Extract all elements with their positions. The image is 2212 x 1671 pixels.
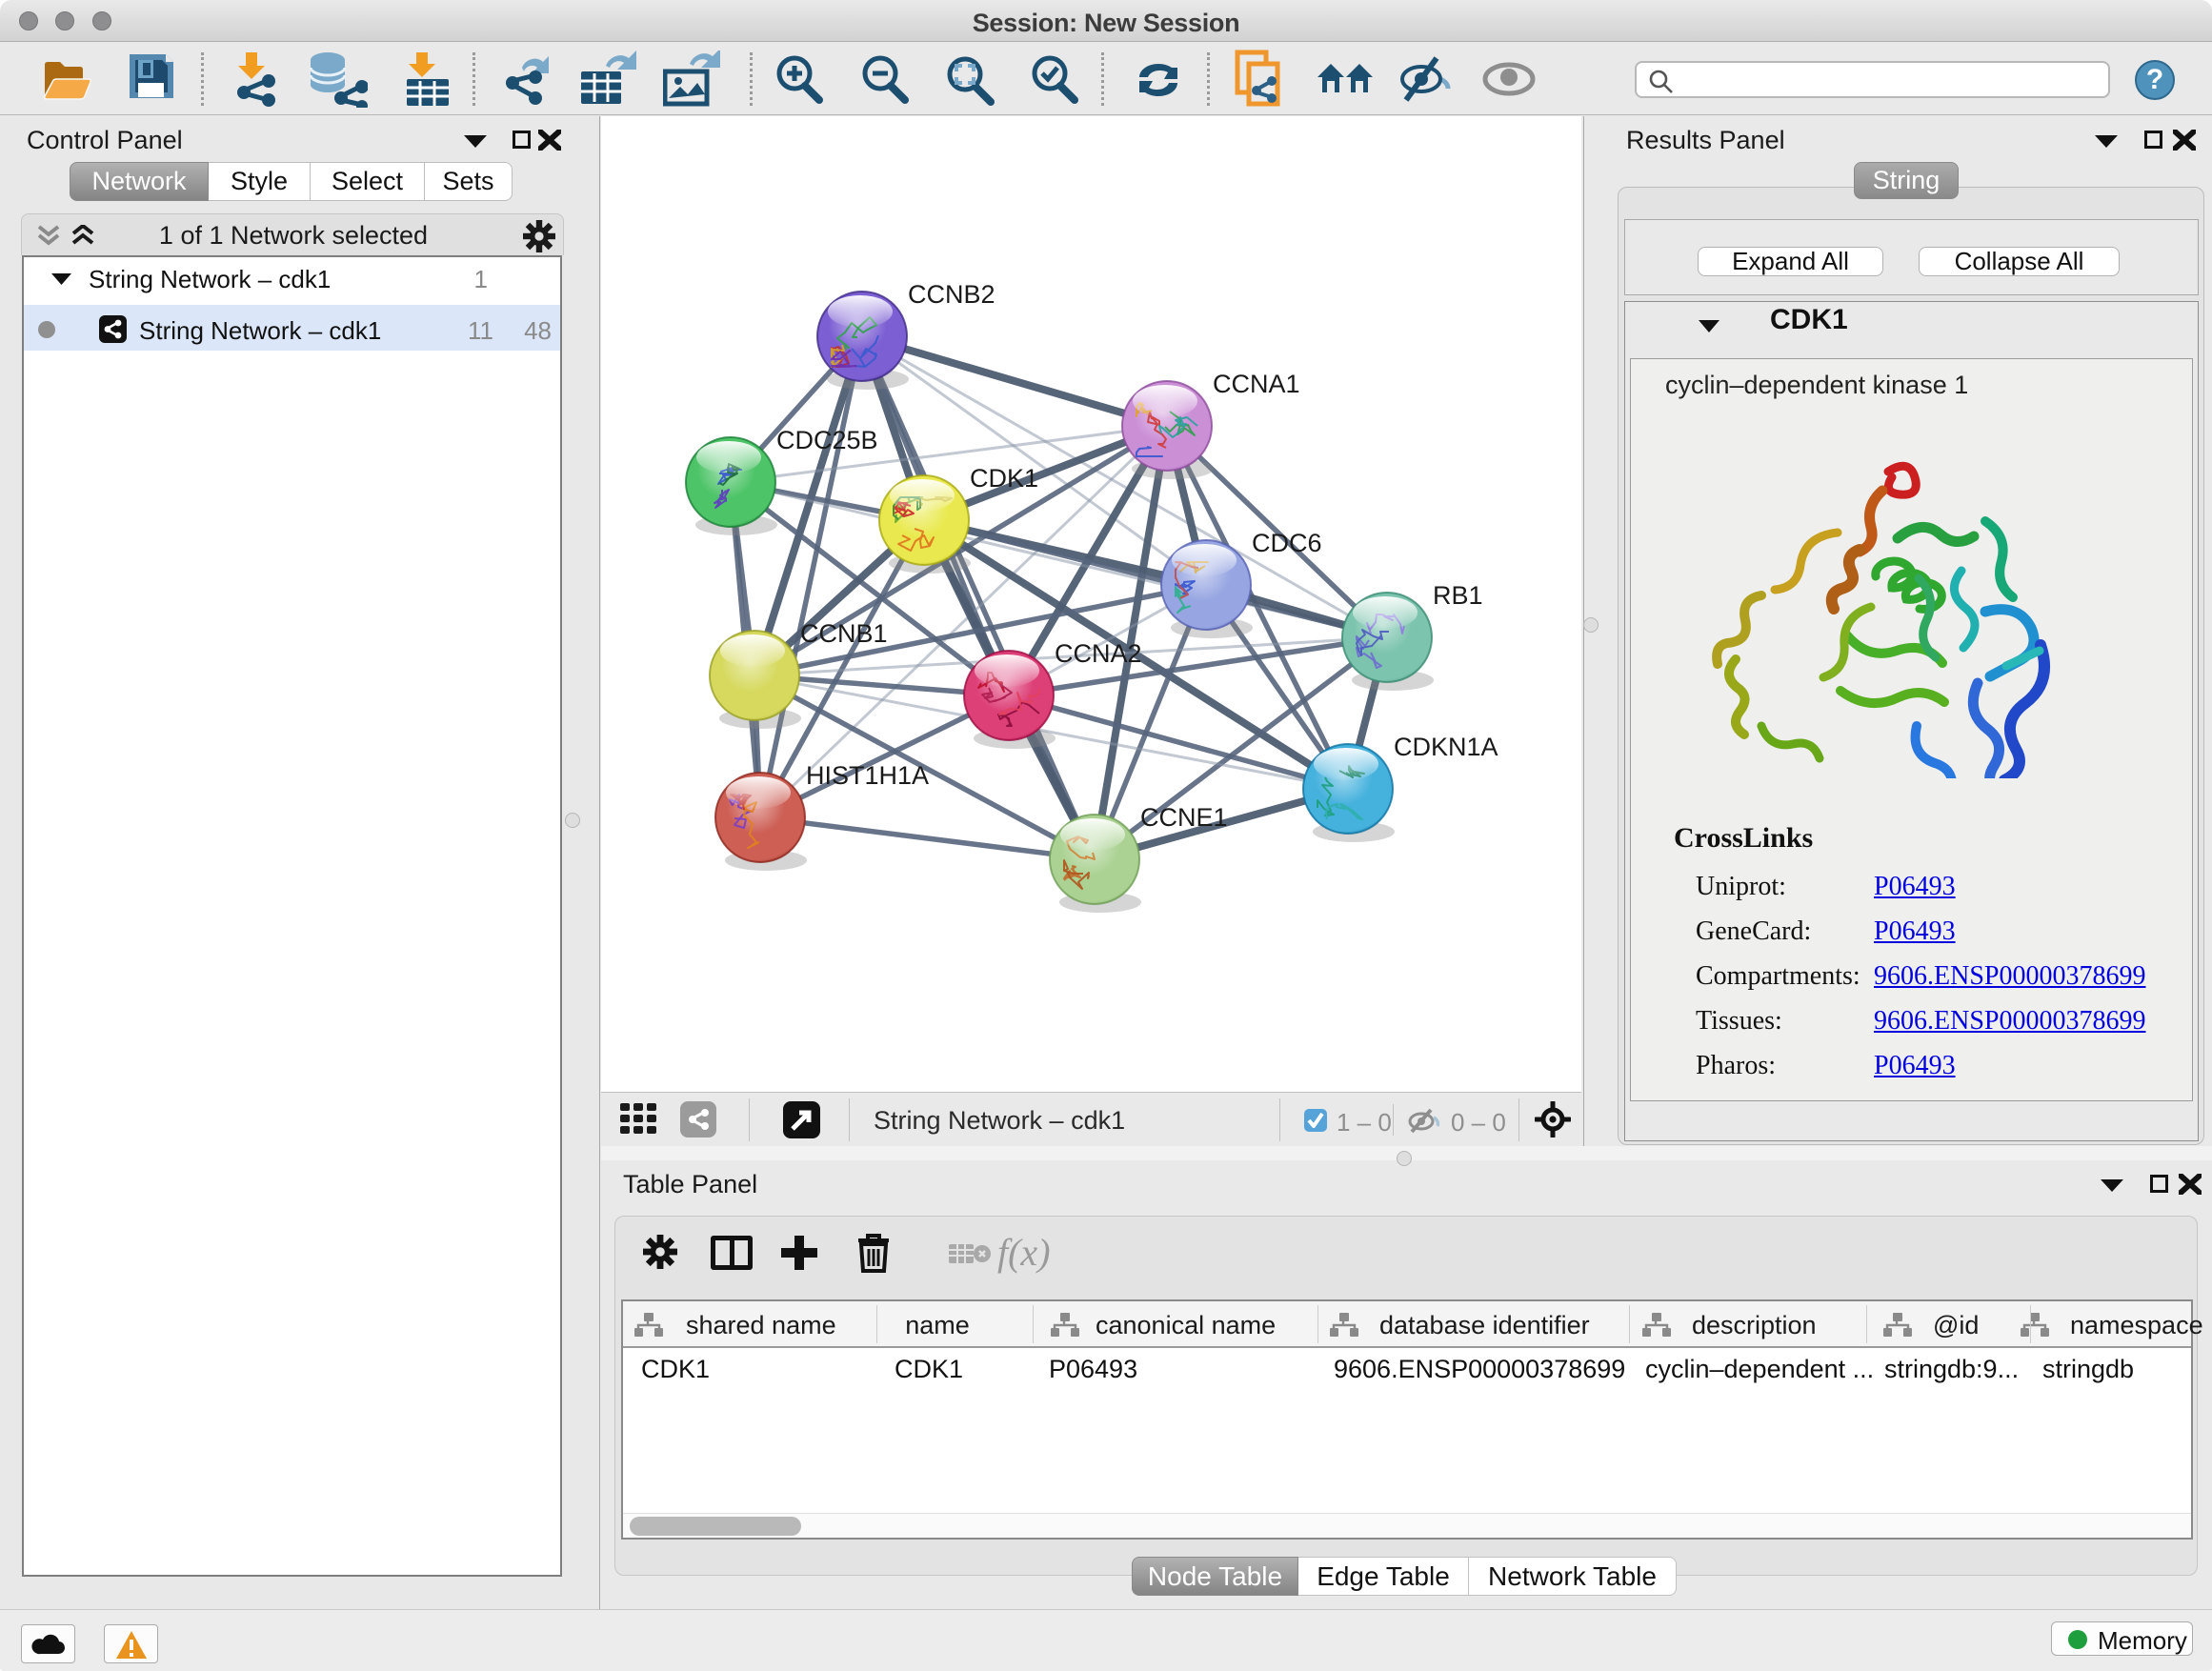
svg-text:CDC6: CDC6 bbox=[1252, 529, 1322, 557]
svg-text:CCNA1: CCNA1 bbox=[1213, 370, 1300, 398]
svg-text:RB1: RB1 bbox=[1433, 581, 1483, 610]
svg-text:CCNA2: CCNA2 bbox=[1055, 639, 1142, 668]
svg-text:HIST1H1A: HIST1H1A bbox=[806, 761, 929, 790]
svg-text:CDC25B: CDC25B bbox=[776, 426, 878, 454]
svg-text:CCNB2: CCNB2 bbox=[908, 280, 995, 309]
svg-text:CDK1: CDK1 bbox=[970, 464, 1038, 493]
svg-text:CCNE1: CCNE1 bbox=[1140, 803, 1228, 832]
svg-text:CDKN1A: CDKN1A bbox=[1394, 733, 1498, 761]
svg-text:CCNB1: CCNB1 bbox=[800, 619, 888, 648]
svg-text:?: ? bbox=[2146, 64, 2163, 95]
